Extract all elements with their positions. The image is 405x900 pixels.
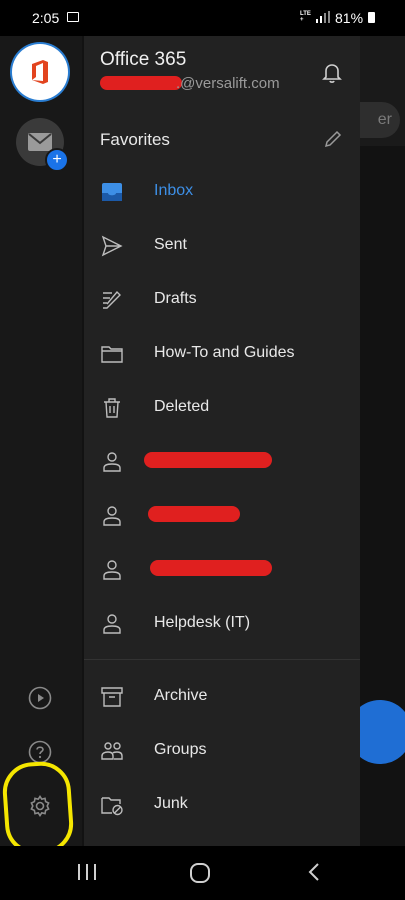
edit-favorites-icon[interactable] [322,128,344,150]
folder-label: Inbox [154,182,194,199]
folder-deleted[interactable]: Deleted [84,381,360,435]
gallery-notification-icon [67,12,79,22]
help-icon [28,740,52,764]
account-name: Office 365 [100,49,187,70]
folder-junk[interactable]: Junk [84,778,360,832]
folder-label: Helpdesk (IT) [154,614,251,631]
background-mailbox-view: er [340,36,405,846]
account-email-row: .@versalift.com [100,75,280,92]
bell-icon[interactable] [320,60,344,84]
folder-label: Groups [154,741,207,758]
add-account-plus: + [52,151,62,168]
send-icon [101,235,123,257]
junk-icon [101,797,123,816]
inbox-icon [102,183,122,201]
folder-label: Archive [154,687,208,704]
trash-icon [104,398,120,418]
person-icon [103,452,121,472]
folder-groups[interactable]: Groups [84,724,360,778]
favorites-heading: Favorites [100,130,170,149]
drawer-divider [84,659,360,660]
home-icon[interactable] [189,862,213,884]
office-365-account-button[interactable] [12,44,68,100]
account-rail: + [0,36,82,857]
network-type: LTE + [300,11,311,23]
folder-drawer: Office 365 .@versalift.com Favorites Inb… [84,36,360,846]
battery-icon [368,12,375,23]
office-logo-icon [32,60,48,84]
person-icon [103,506,121,526]
folder-person-redacted[interactable] [84,543,360,597]
email-redaction [100,76,182,90]
folder-archive[interactable]: Archive [84,670,360,724]
folder-person-redacted[interactable] [84,489,360,543]
name-redaction [148,506,240,522]
play-button[interactable] [26,684,54,712]
account-email: .@versalift.com [176,75,280,92]
name-redaction [150,560,272,576]
status-time: 2:05 [32,10,60,26]
signal-icon [316,11,330,23]
folder-how-to-and-guides[interactable]: How-To and Guides [84,327,360,381]
person-icon [103,560,121,580]
play-icon [28,686,52,710]
add-account-badge[interactable]: + [45,148,69,172]
back-icon[interactable] [304,862,324,882]
folder-person-redacted[interactable] [84,435,360,489]
mail-icon [28,133,52,151]
folder-label: Drafts [154,290,197,307]
folder-sent[interactable]: Sent [84,219,360,273]
battery-level: 81% [335,10,364,26]
name-redaction [144,452,272,468]
folder-label: Deleted [154,398,210,415]
folder-label: Junk [154,795,188,812]
folder-drafts[interactable]: Drafts [84,273,360,327]
folder-label: Sent [154,236,187,253]
folder-icon [101,346,123,363]
folder-label: How-To and Guides [154,344,295,361]
folder-helpdesk[interactable]: Helpdesk (IT) [84,597,360,651]
status-bar: 2:05 LTE + 81% [0,0,405,36]
archive-icon [101,687,123,707]
person-icon [103,614,121,634]
drafts-icon [103,290,121,309]
folder-inbox[interactable]: Inbox [84,165,360,219]
background-header: er [340,36,405,146]
recent-apps-icon[interactable] [76,862,98,882]
settings-highlight-annotation [0,759,76,857]
system-navigation-bar [0,846,405,900]
groups-icon [101,742,123,760]
